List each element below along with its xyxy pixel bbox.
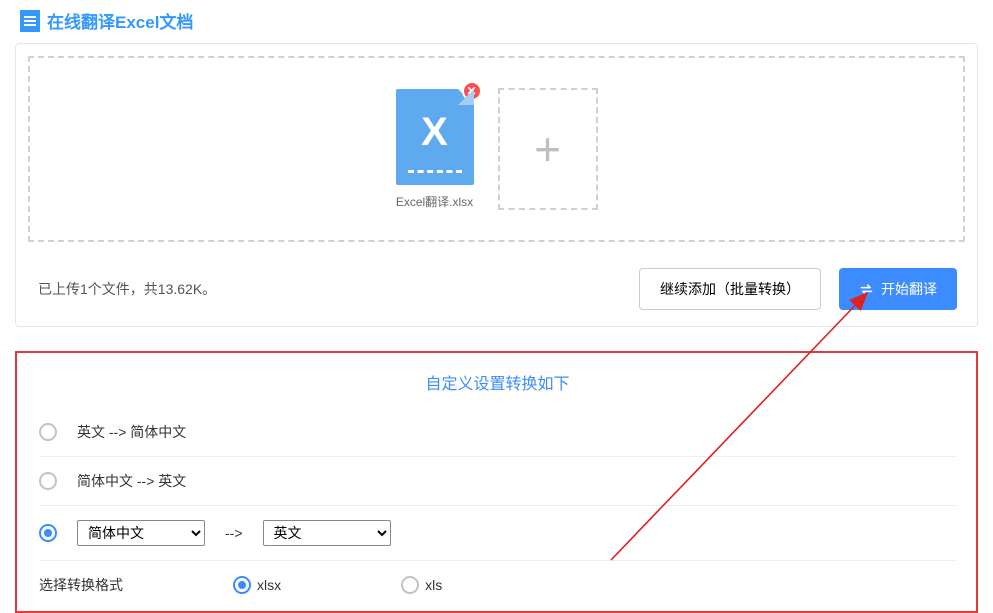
- start-translate-label: 开始翻译: [881, 279, 937, 299]
- option-zh-to-en[interactable]: 简体中文 --> 英文: [39, 456, 956, 505]
- option-label: 英文 --> 简体中文: [77, 422, 186, 442]
- document-icon: [20, 10, 40, 32]
- add-file-tile[interactable]: +: [498, 88, 598, 210]
- format-row: 选择转换格式 xlsx xls: [39, 560, 956, 595]
- format-xls-label: xls: [425, 577, 442, 593]
- radio-xlsx[interactable]: [233, 576, 251, 594]
- radio-custom[interactable]: [39, 524, 57, 542]
- file-thumbnail-excel: X ✕: [396, 89, 474, 185]
- option-label: 简体中文 --> 英文: [77, 471, 186, 491]
- start-translate-button[interactable]: 开始翻译: [839, 268, 957, 310]
- add-more-button[interactable]: 继续添加（批量转换）: [639, 268, 821, 310]
- settings-title: 自定义设置转换如下: [39, 370, 956, 408]
- swap-icon: [859, 282, 874, 297]
- format-options: xlsx xls: [233, 576, 442, 594]
- radio-en-to-zh[interactable]: [39, 423, 57, 441]
- radio-zh-to-en[interactable]: [39, 472, 57, 490]
- source-language-select[interactable]: 简体中文: [77, 520, 205, 546]
- upload-card: X ✕ Excel翻译.xlsx + 已上传1个文件，共13.62K。 继续添加…: [15, 43, 978, 327]
- page-title-bar: 在线翻译Excel文档: [0, 0, 993, 43]
- radio-xls[interactable]: [401, 576, 419, 594]
- thumb-dash-decoration: [408, 170, 462, 175]
- file-name-label: Excel翻译.xlsx: [396, 193, 473, 210]
- drop-zone[interactable]: X ✕ Excel翻译.xlsx +: [28, 56, 965, 242]
- target-language-select[interactable]: 英文: [263, 520, 391, 546]
- file-tile: X ✕ Excel翻译.xlsx: [396, 89, 474, 210]
- option-custom: 简体中文 --> 英文: [39, 505, 956, 560]
- upload-footer: 已上传1个文件，共13.62K。 继续添加（批量转换） 开始翻译: [16, 254, 977, 326]
- format-xlsx[interactable]: xlsx: [233, 576, 281, 594]
- upload-status: 已上传1个文件，共13.62K。: [38, 279, 216, 299]
- page-title: 在线翻译Excel文档: [47, 8, 193, 33]
- option-en-to-zh[interactable]: 英文 --> 简体中文: [39, 408, 956, 456]
- plus-icon: +: [534, 126, 561, 172]
- format-label: 选择转换格式: [39, 575, 123, 595]
- file-type-letter: X: [421, 110, 448, 155]
- footer-actions: 继续添加（批量转换） 开始翻译: [639, 268, 957, 310]
- remove-file-button[interactable]: ✕: [462, 81, 482, 101]
- settings-card: 自定义设置转换如下 英文 --> 简体中文 简体中文 --> 英文 简体中文 -…: [15, 351, 978, 613]
- format-xlsx-label: xlsx: [257, 577, 281, 593]
- format-xls[interactable]: xls: [401, 576, 442, 594]
- arrow-text: -->: [225, 525, 243, 541]
